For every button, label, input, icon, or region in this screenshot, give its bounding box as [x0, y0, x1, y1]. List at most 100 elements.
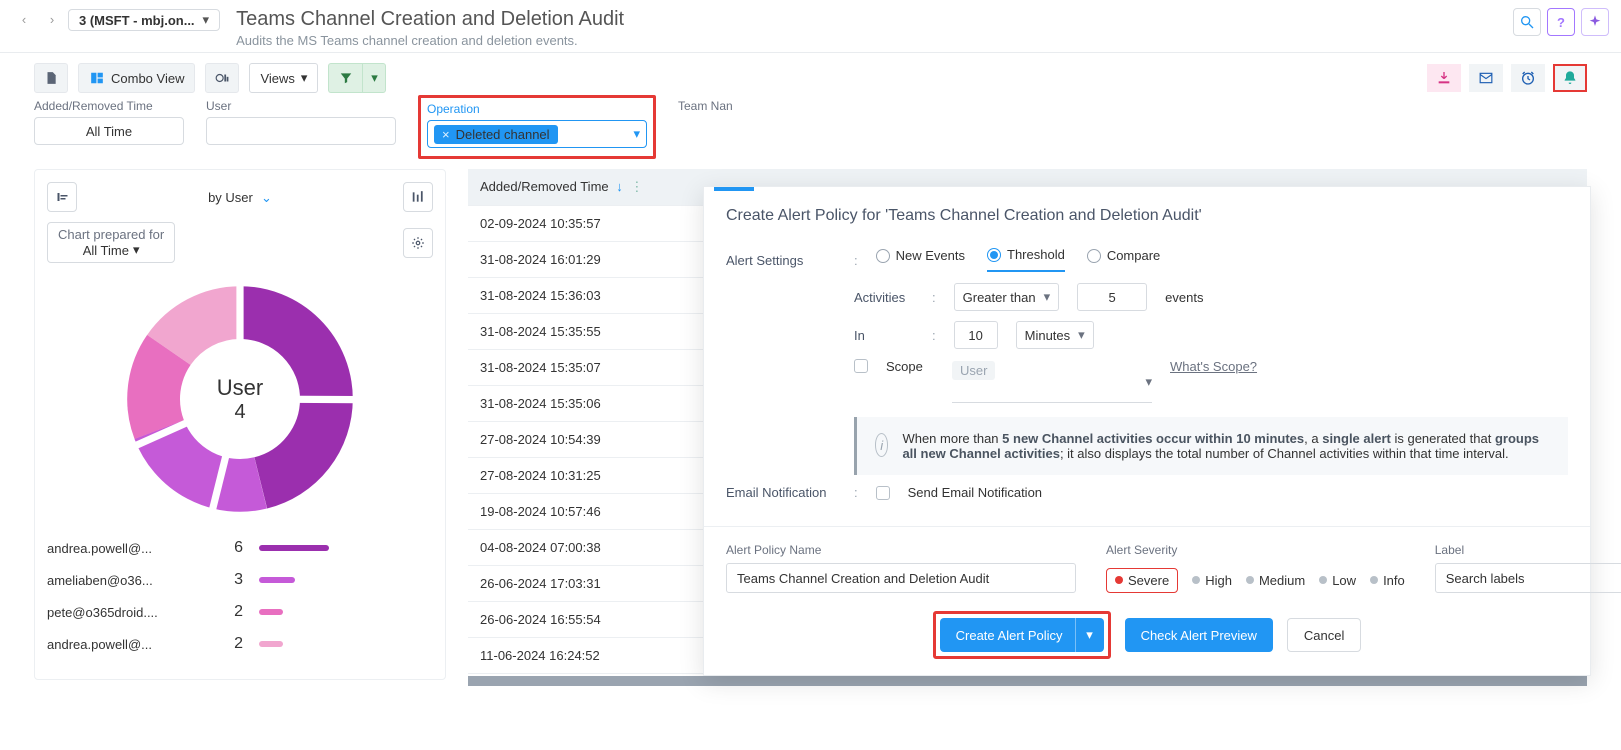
views-dropdown[interactable]: Views ▾: [249, 63, 318, 93]
policy-name-input[interactable]: [726, 563, 1076, 593]
chart-title-dropdown[interactable]: ⌄: [261, 190, 272, 205]
chart-config-button[interactable]: [403, 182, 433, 212]
operation-filter-select[interactable]: × Deleted channel ▾: [427, 120, 647, 148]
filter-dropdown-button[interactable]: ▾: [362, 63, 386, 93]
chart-title: by User: [208, 190, 253, 205]
condition-select[interactable]: Greater than: [954, 283, 1060, 311]
global-search-button[interactable]: [1513, 8, 1541, 36]
caret-down-icon: ▾: [1145, 374, 1152, 390]
alert-button[interactable]: [1553, 64, 1587, 92]
email-checkbox[interactable]: [876, 486, 890, 500]
severity-medium[interactable]: Medium: [1246, 573, 1305, 588]
scope-checkbox[interactable]: [854, 359, 868, 373]
chart-type-button[interactable]: [205, 63, 239, 93]
cell-time: 31-08-2024 15:35:06: [468, 386, 732, 422]
cell-time: 27-08-2024 10:54:39: [468, 422, 732, 458]
chart-panel: by User ⌄ Chart prepared for All Time▾: [34, 169, 446, 680]
cancel-button[interactable]: Cancel: [1287, 618, 1361, 652]
chart-scope-value: All Time: [83, 243, 129, 258]
legend-name: pete@o365droid....: [47, 605, 197, 620]
nav-forward-button[interactable]: ›: [40, 8, 64, 32]
opt-threshold[interactable]: Threshold: [987, 247, 1065, 272]
threshold-info: i When more than 5 new Channel activitie…: [854, 417, 1568, 475]
caret-down-icon[interactable]: ▾: [1076, 627, 1104, 643]
views-label: Views: [260, 71, 294, 86]
label-placeholder: Search labels: [1446, 571, 1525, 586]
filter-button[interactable]: [328, 63, 362, 93]
donut-center-label: User: [217, 375, 263, 401]
chip-remove-icon[interactable]: ×: [442, 127, 450, 142]
team-filter-label: Team Nan: [678, 99, 768, 113]
chart-layout-button[interactable]: [47, 182, 77, 212]
email-button[interactable]: [1469, 64, 1503, 92]
check-preview-button[interactable]: Check Alert Preview: [1125, 618, 1273, 652]
legend-name: andrea.powell@...: [47, 637, 197, 652]
cell-time: 11-06-2024 16:24:52: [468, 638, 732, 674]
cell-time: 31-08-2024 15:35:55: [468, 314, 732, 350]
legend-value: 2: [213, 635, 243, 653]
severity-severe[interactable]: Severe: [1106, 568, 1178, 593]
legend-name: andrea.powell@...: [47, 541, 197, 556]
donut-chart: User 4: [120, 279, 360, 519]
info-icon: i: [875, 433, 888, 457]
interval-value-input[interactable]: 10: [954, 321, 998, 349]
export-button[interactable]: [1427, 64, 1461, 92]
user-filter-select[interactable]: [206, 117, 396, 145]
interval-unit-select[interactable]: Minutes: [1016, 321, 1094, 349]
help-button[interactable]: ?: [1547, 8, 1575, 36]
operation-chip-text: Deleted channel: [456, 127, 550, 142]
user-filter-label: User: [206, 99, 396, 113]
create-alert-policy-button[interactable]: Create Alert Policy ▾: [940, 618, 1104, 652]
chart-legend: andrea.powell@... 6 ameliaben@o36... 3 p…: [47, 539, 433, 653]
page-subtitle: Audits the MS Teams channel creation and…: [236, 33, 624, 48]
cell-time: 27-08-2024 10:31:25: [468, 458, 732, 494]
ai-assist-button[interactable]: [1581, 8, 1609, 36]
email-label: Email Notification: [726, 485, 836, 500]
create-policy-highlight: Create Alert Policy ▾: [933, 611, 1111, 659]
legend-bar: [259, 609, 283, 615]
severity-label: Alert Severity: [1106, 543, 1405, 557]
time-filter-value: All Time: [86, 124, 132, 139]
scope-label: Scope: [886, 359, 934, 374]
time-filter-label: Added/Removed Time: [34, 99, 184, 113]
severity-high[interactable]: High: [1192, 573, 1232, 588]
page-selector[interactable]: 3 (MSFT - mbj.on... ▾: [68, 9, 220, 31]
scope-help-link[interactable]: What's Scope?: [1170, 359, 1257, 374]
in-label: In: [854, 328, 914, 343]
cell-time: 02-09-2024 10:35:57: [468, 206, 732, 242]
legend-value: 6: [213, 539, 243, 557]
legend-bar: [259, 641, 283, 647]
alert-settings-label: Alert Settings: [726, 253, 836, 268]
operation-chip[interactable]: × Deleted channel: [434, 125, 558, 144]
schedule-button[interactable]: [1511, 64, 1545, 92]
severity-info[interactable]: Info: [1370, 573, 1405, 588]
time-filter-select[interactable]: All Time: [34, 117, 184, 145]
horizontal-scrollbar[interactable]: [468, 676, 1587, 686]
threshold-count-input[interactable]: 5: [1077, 283, 1147, 311]
legend-value: 2: [213, 603, 243, 621]
donut-center-value: 4: [234, 401, 245, 424]
nav-back-button[interactable]: ‹: [12, 8, 36, 32]
severity-low[interactable]: Low: [1319, 573, 1356, 588]
opt-compare[interactable]: Compare: [1087, 247, 1160, 272]
combo-view-button[interactable]: Combo View: [78, 63, 195, 93]
legend-bar: [259, 545, 329, 551]
create-alert-panel: Create Alert Policy for 'Teams Channel C…: [703, 186, 1591, 676]
events-suffix: events: [1165, 290, 1203, 305]
opt-new-events[interactable]: New Events: [876, 247, 965, 272]
chart-settings-button[interactable]: [403, 228, 433, 258]
col-menu-icon[interactable]: ⋮: [630, 179, 643, 194]
col-time[interactable]: Added/Removed Time ↓ ⋮: [468, 169, 732, 206]
chart-scope-selector[interactable]: Chart prepared for All Time▾: [47, 222, 175, 263]
cell-time: 31-08-2024 15:36:03: [468, 278, 732, 314]
col-time-label: Added/Removed Time: [480, 179, 609, 194]
operation-filter-label: Operation: [427, 102, 647, 116]
cell-time: 26-06-2024 16:55:54: [468, 602, 732, 638]
sort-desc-icon[interactable]: ↓: [616, 179, 623, 194]
scope-select[interactable]: User ▾: [952, 359, 1152, 403]
cell-time: 19-08-2024 10:57:46: [468, 494, 732, 530]
caret-down-icon: ▾: [301, 70, 308, 86]
report-icon-button[interactable]: [34, 63, 68, 93]
label-select[interactable]: Search labels ▾: [1435, 563, 1621, 593]
cell-time: 31-08-2024 16:01:29: [468, 242, 732, 278]
